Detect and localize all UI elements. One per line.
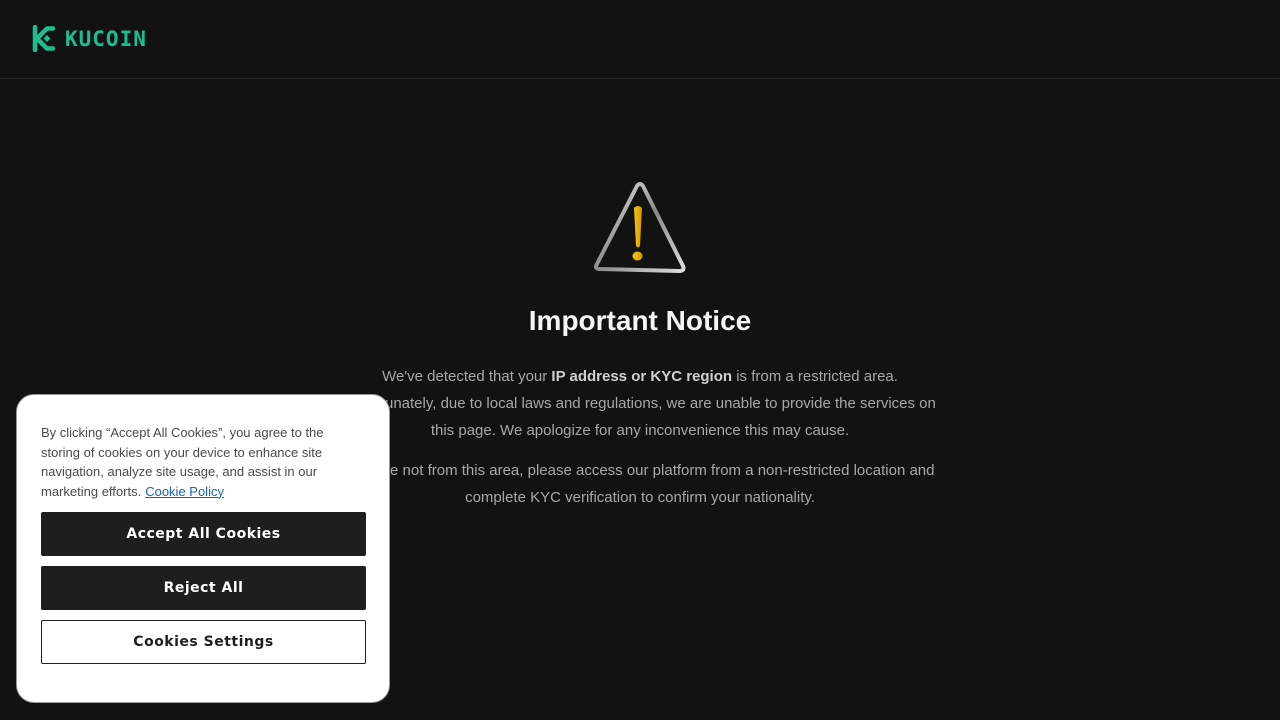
restriction-message: We've detected that your IP address or K… [340,363,940,444]
message-highlight: IP address or KYC region [551,368,733,385]
warning-triangle-icon [594,182,686,273]
kucoin-logo[interactable]: KUCOIN [31,25,147,52]
page-title: Important Notice [528,305,752,336]
cookie-consent-banner: By clicking “Accept All Cookies”, you ag… [16,394,390,703]
kucoin-logo-icon [32,25,56,52]
cookies-settings-button[interactable]: Cookies Settings [41,620,366,664]
cookie-policy-link[interactable]: Cookie Policy [145,484,224,499]
reject-all-button[interactable]: Reject All [41,566,366,610]
accept-all-cookies-button[interactable]: Accept All Cookies [41,512,366,556]
cookie-consent-text: By clicking “Accept All Cookies”, you ag… [41,423,341,501]
message-text-start: We've detected that your [382,368,552,385]
brand-name: KUCOIN [65,26,147,51]
top-header: KUCOIN [0,0,1280,79]
verification-message: If you're not from this area, please acc… [345,462,935,506]
